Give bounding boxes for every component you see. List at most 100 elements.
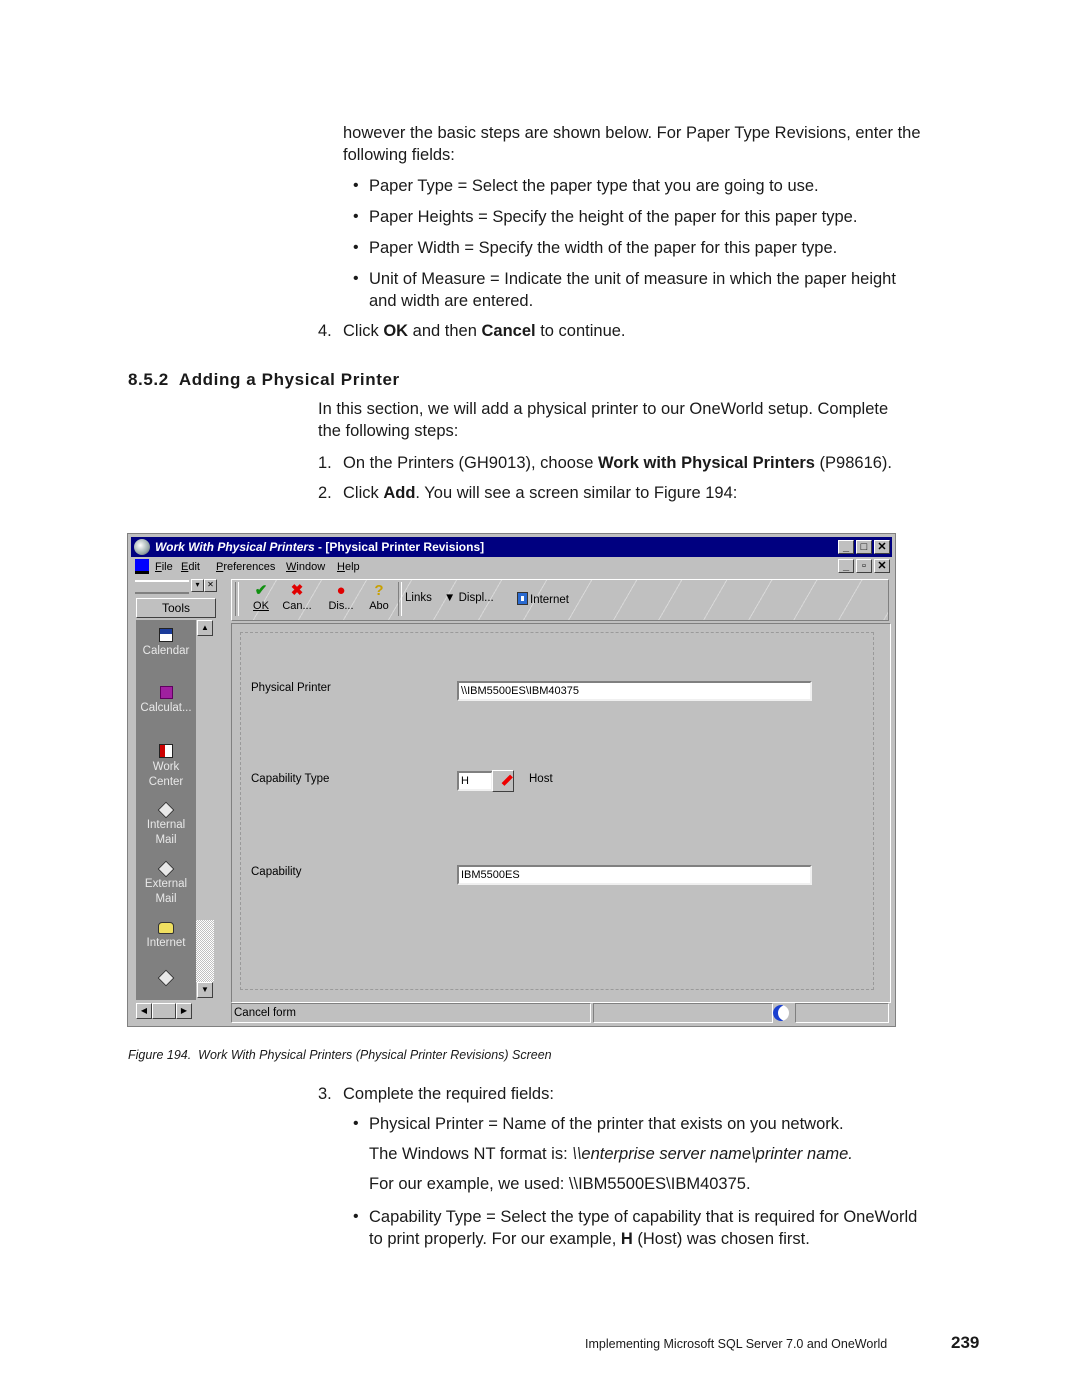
scroll-up-button[interactable]: ▲: [197, 620, 213, 636]
tools-header-button[interactable]: Tools: [136, 598, 216, 618]
example-line: For our example, we used: \\IBM5500ES\IB…: [369, 1175, 751, 1193]
step-text: Click OK and then Cancel to continue.: [343, 322, 626, 340]
tool-work-center[interactable]: Work Center: [136, 744, 196, 790]
step-number: 1.: [318, 454, 332, 472]
bullet-dot: •: [353, 1208, 359, 1225]
app-globe-icon: [134, 539, 150, 555]
bullet-text: Paper Width = Specify the width of the p…: [369, 239, 838, 257]
menu-preferences[interactable]: Preferences: [216, 561, 275, 573]
step-2: 2. Click Add. You will see a screen simi…: [318, 482, 1018, 504]
status-message: Cancel form: [231, 1003, 591, 1023]
form-toolbar: ✔ OK ✖ Can... ● Dis... ? Abo Links ▼ Dis…: [231, 579, 889, 621]
bullet-text: Unit of Measure = Indicate the unit of m…: [369, 270, 896, 288]
figure-caption: Figure 194. Work With Physical Printers …: [128, 1048, 552, 1062]
step-number: 3.: [318, 1085, 332, 1103]
tool-external-mail[interactable]: External Mail: [136, 860, 196, 907]
work-center-icon: [159, 744, 173, 758]
step-4: 4. Click OK and then Cancel to continue.: [318, 320, 626, 342]
tool-calculator[interactable]: Calculat...: [136, 686, 196, 716]
section-intro-line-2: the following steps:: [318, 422, 459, 440]
step-number: 4.: [318, 322, 332, 340]
menu-window[interactable]: Window: [286, 561, 325, 573]
minimize-button[interactable]: _: [838, 540, 854, 554]
bullet-dot: •: [353, 1115, 359, 1132]
internet-link[interactable]: Internet: [517, 592, 569, 606]
mail-icon: [157, 969, 175, 987]
section-heading: 8.5.2 Adding a Physical Printer: [128, 370, 400, 389]
scroll-left-button[interactable]: ◀: [136, 1003, 152, 1019]
form-area: Physical Printer Capability Type Host Ca…: [231, 623, 891, 1003]
calculator-icon: [159, 686, 173, 699]
bullet-text-cont: to print properly. For our example, H (H…: [369, 1230, 810, 1248]
capability-type-input[interactable]: [457, 771, 493, 791]
scroll-down-button[interactable]: ▼: [197, 982, 213, 998]
field-bullet-physical-printer: • Physical Printer = Name of the printer…: [353, 1113, 853, 1195]
tool-internal-mail[interactable]: Internal Mail: [136, 801, 196, 848]
dropdown-arrow-icon: ▼: [444, 592, 459, 604]
calendar-icon: [159, 628, 173, 642]
intro-paragraph: however the basic steps are shown below.…: [343, 122, 921, 166]
x-icon: ✖: [290, 582, 304, 599]
form-group-box: Physical Printer Capability Type Host Ca…: [240, 632, 874, 990]
tools-horizontal-scrollbar[interactable]: ◀ ▶: [136, 1002, 198, 1020]
maximize-button[interactable]: □: [856, 540, 872, 554]
capability-label: Capability: [251, 866, 302, 878]
step-text: Click Add. You will see a screen similar…: [343, 484, 738, 502]
dock-grip-handle[interactable]: [135, 580, 189, 594]
dock-close-button[interactable]: ✕: [204, 579, 217, 592]
child-close-button[interactable]: ✕: [874, 559, 890, 573]
oneworld-window: Work With Physical Printers - [Physical …: [127, 533, 896, 1027]
paper-bullet-1: • Paper Type = Select the paper type tha…: [353, 175, 819, 197]
scroll-right-button[interactable]: ▶: [176, 1003, 192, 1019]
toolbar-separator: [398, 582, 402, 616]
bullet-text: Paper Heights = Specify the height of th…: [369, 208, 858, 226]
display-button[interactable]: ● Dis...: [324, 582, 358, 618]
tool-calendar[interactable]: Calendar: [136, 628, 196, 659]
tool-create[interactable]: [136, 969, 196, 987]
checkmark-icon: ✔: [254, 582, 268, 599]
bullet-text-cont: and width are entered.: [369, 292, 534, 310]
capability-input[interactable]: [457, 865, 812, 885]
visual-assist-button[interactable]: [492, 770, 514, 792]
mail-icon: [157, 801, 175, 819]
bullet-text: Capability Type = Select the type of cap…: [369, 1208, 918, 1226]
menu-edit[interactable]: Edit: [181, 561, 200, 573]
scroll-track[interactable]: [196, 920, 214, 982]
child-restore-button[interactable]: ▫: [856, 559, 872, 573]
ok-button[interactable]: ✔ OK: [244, 582, 278, 618]
toolbar-separator: [235, 582, 239, 616]
links-menu[interactable]: Links: [405, 592, 432, 604]
paper-bullet-2: • Paper Heights = Specify the height of …: [353, 206, 857, 228]
internet-page-icon: [517, 592, 528, 605]
capability-type-description: Host: [529, 773, 553, 785]
title-bar: Work With Physical Printers - [Physical …: [131, 537, 892, 557]
step-text: On the Printers (GH9013), choose Work wi…: [343, 454, 893, 472]
dock-menu-button[interactable]: ▾: [191, 579, 204, 592]
tool-internet[interactable]: Internet: [136, 922, 196, 951]
tools-vertical-scrollbar[interactable]: ▲ ▼: [196, 620, 214, 1000]
step-text: Complete the required fields:: [343, 1085, 554, 1103]
cancel-button[interactable]: ✖ Can...: [280, 582, 314, 618]
intro-line-2: following fields:: [343, 146, 455, 164]
menu-file[interactable]: File: [155, 561, 173, 573]
window-title: Work With Physical Printers - [Physical …: [155, 540, 485, 554]
intro-line-1: however the basic steps are shown below.…: [343, 124, 921, 142]
display-menu[interactable]: ▼ Displ...: [444, 592, 494, 604]
scroll-thumb[interactable]: [152, 1003, 176, 1019]
tools-dock: ▾ ✕ Tools Calendar Calculat... Work Cent…: [133, 578, 219, 1024]
physical-printer-input[interactable]: [457, 681, 812, 701]
status-pane-3: [795, 1003, 889, 1023]
document-window-icon[interactable]: [135, 559, 149, 574]
flashlight-icon: [501, 774, 513, 786]
telephone-icon: [158, 922, 174, 934]
close-button[interactable]: ✕: [874, 540, 890, 554]
globe-status-icon: [773, 1005, 789, 1021]
menu-help[interactable]: Help: [337, 561, 360, 573]
bullet-text: Paper Type = Select the paper type that …: [369, 177, 819, 195]
bullet-dot: •: [353, 239, 359, 256]
capability-type-label: Capability Type: [251, 773, 330, 785]
step-1: 1. On the Printers (GH9013), choose Work…: [318, 452, 1018, 474]
about-button[interactable]: ? Abo: [362, 582, 396, 618]
mail-icon: [157, 860, 175, 878]
child-minimize-button[interactable]: _: [838, 559, 854, 573]
